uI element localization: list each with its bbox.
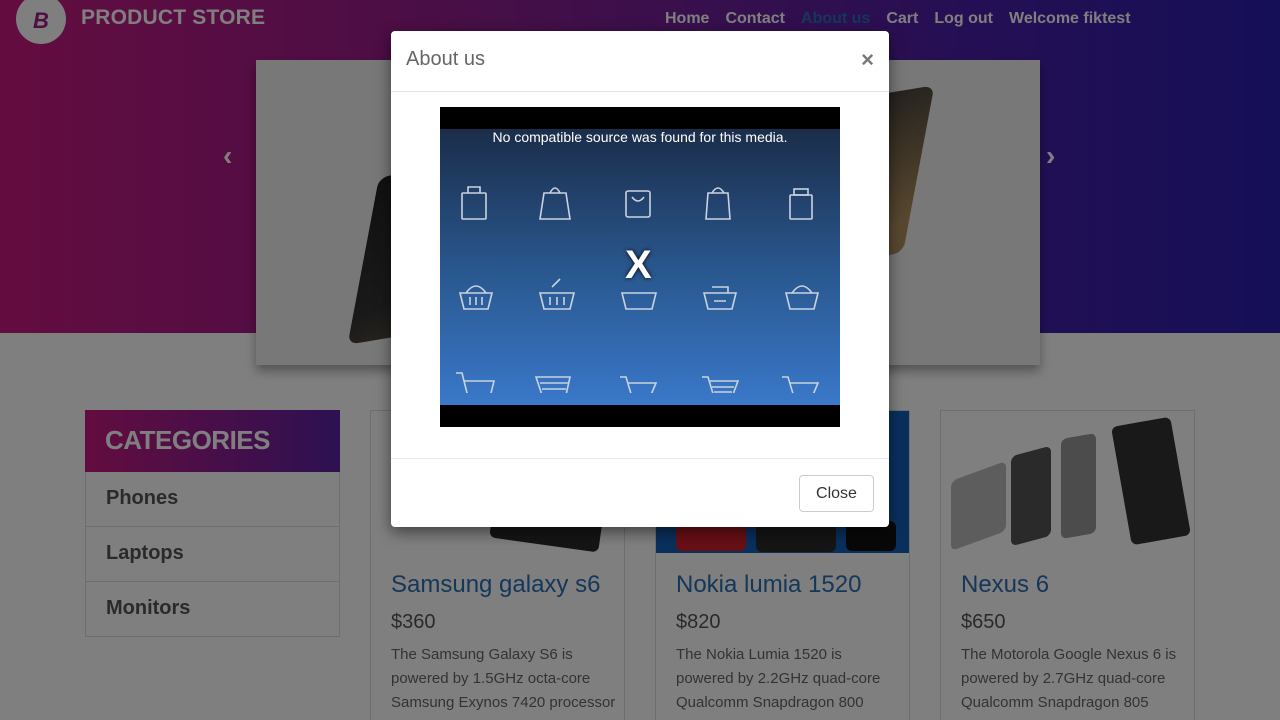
cart-icon [620,376,658,393]
video-error-icon[interactable]: X [625,243,652,288]
video-player[interactable]: No compatible source was found for this … [440,107,840,427]
shopping-icons-grid [456,186,820,393]
modal-header: About us × [391,31,889,92]
cart-icon [456,372,496,393]
close-icon[interactable]: × [861,47,874,73]
about-us-modal: About us × No compatible source was foun… [391,31,889,527]
basket-icon [702,286,738,310]
basket-icon [620,292,658,310]
cart-icon [702,376,740,393]
basket-icon [458,285,494,310]
shopping-bag-icon [789,188,813,220]
modal-title: About us [406,48,485,70]
cart-icon [782,376,820,393]
shopping-bag-icon [539,187,571,220]
basket-icon [538,278,576,310]
cart-icon [534,376,571,393]
modal-footer: Close [391,458,889,527]
shopping-bag-icon [625,190,651,218]
close-button[interactable]: Close [799,475,874,512]
video-error-message: No compatible source was found for this … [492,129,788,145]
shopping-bag-icon [461,186,487,220]
shopping-bag-icon [705,187,731,220]
basket-icon [784,285,820,310]
